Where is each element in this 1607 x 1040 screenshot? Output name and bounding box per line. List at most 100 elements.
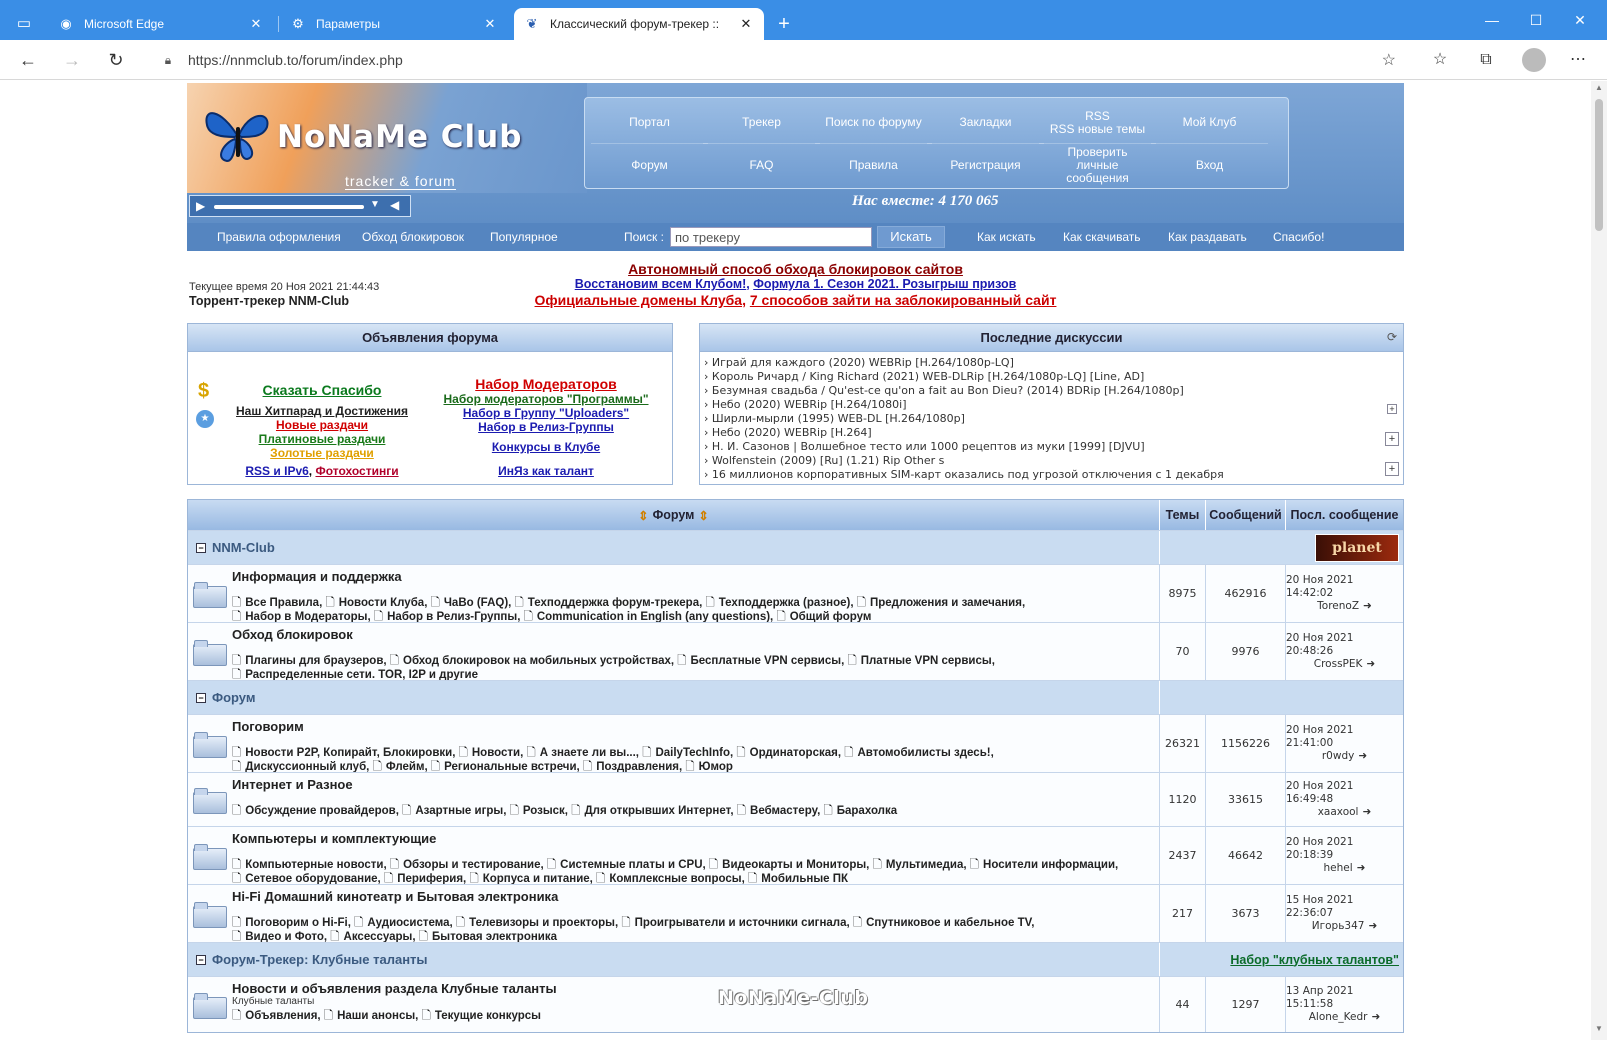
search-input[interactable] <box>670 227 872 247</box>
planet-games-banner[interactable]: planet ИГРЫ <box>1315 533 1399 582</box>
subforum-link[interactable]: Новости, <box>472 747 527 759</box>
announcement-link[interactable]: Платиновые раздачи <box>222 432 422 446</box>
more-icon[interactable]: ⋯ <box>1566 48 1590 72</box>
back-button[interactable]: ← <box>16 48 40 72</box>
menu-forum[interactable]: Форум <box>591 144 708 186</box>
link-how-search[interactable]: Как искать <box>977 230 1036 244</box>
category-name[interactable]: − Форум <box>188 681 1159 714</box>
link-popular[interactable]: Популярное <box>490 230 558 244</box>
last-post-user[interactable]: hehel <box>1324 862 1353 874</box>
subforum-link[interactable]: Носители информации, <box>983 859 1118 871</box>
go-to-post-icon[interactable]: ➜ <box>1368 920 1377 932</box>
last-post-user[interactable]: CrossPEK <box>1314 658 1363 670</box>
subforum-link[interactable]: Текущие конкурсы <box>435 1010 541 1022</box>
scroll-thumb[interactable] <box>1595 99 1603 231</box>
subforum-link[interactable]: Аудиосистема, <box>367 917 456 929</box>
subforum-link[interactable]: Видеокарты и Мониторы, <box>722 859 872 871</box>
expand-icon[interactable]: + <box>1385 432 1399 446</box>
announcement-link[interactable]: Набор модераторов "Программы" <box>428 392 664 406</box>
go-to-post-icon[interactable]: ➜ <box>1362 806 1371 818</box>
announcement-link[interactable]: Фотохостинги <box>315 464 398 478</box>
collapse-icon[interactable]: − <box>196 954 206 965</box>
subforum-link[interactable]: Обзоры и тестирование, <box>403 859 547 871</box>
menu-portal[interactable]: Портал <box>591 102 708 144</box>
refresh-icon[interactable]: ⟳ <box>1387 330 1397 344</box>
subforum-link[interactable]: Наши анонсы, <box>337 1010 421 1022</box>
menu-rules[interactable]: Правила <box>815 144 932 186</box>
announce-link-3a[interactable]: Официальные домены Клуба <box>535 292 743 308</box>
collections-icon[interactable]: ⧉ <box>1474 48 1498 72</box>
tab-settings[interactable]: ⚙ Параметры ✕ <box>280 8 508 40</box>
scrollbar[interactable]: ▲ ▼ <box>1591 81 1607 1040</box>
announcement-link[interactable]: RSS и IPv6 <box>245 464 308 478</box>
discussion-item[interactable]: › Небо (2020) WEBRip [H.264] <box>704 426 1376 440</box>
forum-title[interactable]: Интернет и Разное <box>232 777 1159 792</box>
subforum-link[interactable]: Обсуждение провайдеров, <box>245 805 402 817</box>
subforum-link[interactable]: Телевизоры и проекторы, <box>469 917 621 929</box>
subforum-link[interactable]: Платные VPN сервисы, <box>861 655 995 667</box>
last-post-user[interactable]: Alone_Kedr <box>1309 1011 1368 1023</box>
announce-link-2a[interactable]: Восстановим всем Клубом! <box>575 277 747 291</box>
last-post-user[interactable]: xaaxool <box>1318 806 1359 818</box>
subforum-link[interactable]: Проигрыватели и источники сигнала, <box>635 917 853 929</box>
menu-rss[interactable]: RSS RSS новые темы <box>1039 102 1156 144</box>
search-button[interactable]: Искать <box>877 226 945 248</box>
seek-bar[interactable] <box>214 205 364 209</box>
minimize-button[interactable]: — <box>1480 10 1504 30</box>
announcement-link[interactable]: Золотые раздачи <box>222 446 422 460</box>
go-to-post-icon[interactable]: ➜ <box>1366 658 1375 670</box>
forum-title[interactable]: Обход блокировок <box>232 627 1159 642</box>
last-post-user[interactable]: Игорь347 <box>1312 920 1365 932</box>
subforum-link[interactable]: Азартные игры, <box>415 805 509 817</box>
announcement-link[interactable]: Набор в Группу "Uploaders" <box>428 406 664 420</box>
announcement-link[interactable]: Конкурсы в Клубе <box>428 440 664 454</box>
link-thanks[interactable]: Спасибо! <box>1273 230 1324 244</box>
forward-button[interactable]: → <box>60 48 84 72</box>
avatar[interactable] <box>1522 48 1546 72</box>
subforum-link[interactable]: Новости P2P, Копирайт, Блокировки, <box>245 747 458 759</box>
subforum-link[interactable]: Все Правила, <box>245 597 325 609</box>
subforum-link[interactable]: Предложения и замечания, <box>870 597 1025 609</box>
new-tab-button[interactable]: + <box>772 12 796 36</box>
link-bypass-blocks[interactable]: Обход блокировок <box>362 230 464 244</box>
category-name[interactable]: − NNM-Club <box>188 531 1159 564</box>
subforum-link[interactable]: Вебмастеру, <box>750 805 823 817</box>
expand-icon[interactable]: + <box>1387 404 1397 414</box>
subforum-link[interactable]: Компьютерные новости, <box>245 859 390 871</box>
subforum-link[interactable]: Системные платы и CPU, <box>560 859 709 871</box>
menu-login[interactable]: Вход <box>1151 144 1268 186</box>
subforum-link[interactable]: Поговорим о Hi-Fi, <box>245 917 354 929</box>
announce-link-3b[interactable]: 7 способов зайти на заблокированный сайт <box>750 292 1057 308</box>
subforum-link[interactable]: Обход блокировок на мобильных устройства… <box>403 655 677 667</box>
play-icon[interactable]: ▶ <box>196 199 205 213</box>
link-how-seed[interactable]: Как раздавать <box>1168 230 1247 244</box>
close-window-button[interactable]: ✕ <box>1568 10 1592 30</box>
last-post-user[interactable]: r0wdy <box>1322 750 1354 762</box>
tab-forum[interactable]: ❦ Классический форум-трекер :: ✕ <box>514 8 764 40</box>
announce-link-1[interactable]: Автономный способ обхода блокировок сайт… <box>187 261 1404 277</box>
subforum-link[interactable]: Бесплатные VPN сервисы, <box>691 655 848 667</box>
url-field[interactable]: 🔒︎ https://nnmclub.to/forum/index.php ☆ <box>152 44 1408 76</box>
forum-title[interactable]: Поговорим <box>232 719 1159 734</box>
subforum-link[interactable]: Плагины для браузеров, <box>245 655 390 667</box>
subforum-link[interactable]: Объявления, <box>245 1010 324 1022</box>
scroll-up-icon[interactable]: ▲ <box>1591 83 1607 97</box>
announcement-link[interactable]: Набор Модераторов <box>428 376 664 392</box>
tab-actions-icon[interactable]: ▭ <box>12 12 36 36</box>
discussion-item[interactable]: › Небо (2020) WEBRip [H.264/1080i] <box>704 398 1376 412</box>
discussion-item[interactable]: › Н. И. Сазонов | Волшебное тесто или 10… <box>704 440 1376 454</box>
maximize-button[interactable]: ☐ <box>1524 10 1548 30</box>
close-icon[interactable]: ✕ <box>248 16 264 32</box>
subforum-link[interactable]: Автомобилисты здесь!, <box>857 747 993 759</box>
subforum-link[interactable]: Мультимедиа, <box>886 859 970 871</box>
menu-bookmarks[interactable]: Закладки <box>927 102 1044 144</box>
link-formatting-rules[interactable]: Правила оформления <box>217 230 341 244</box>
category-link[interactable]: Набор "клубных талантов" <box>1230 953 1399 967</box>
forum-title[interactable]: Информация и поддержка <box>232 569 1159 584</box>
subforum-link[interactable]: ЧаВо (FAQ), <box>444 597 515 609</box>
collapse-icon[interactable]: − <box>196 542 206 553</box>
forum-title[interactable]: Компьютеры и комплектующие <box>232 831 1159 846</box>
category-name[interactable]: − Форум-Трекер: Клубные таланты <box>188 943 1159 976</box>
subforum-link[interactable]: А знаете ли вы..., <box>540 747 642 759</box>
chevron-down-icon[interactable]: ▼ <box>370 199 380 210</box>
